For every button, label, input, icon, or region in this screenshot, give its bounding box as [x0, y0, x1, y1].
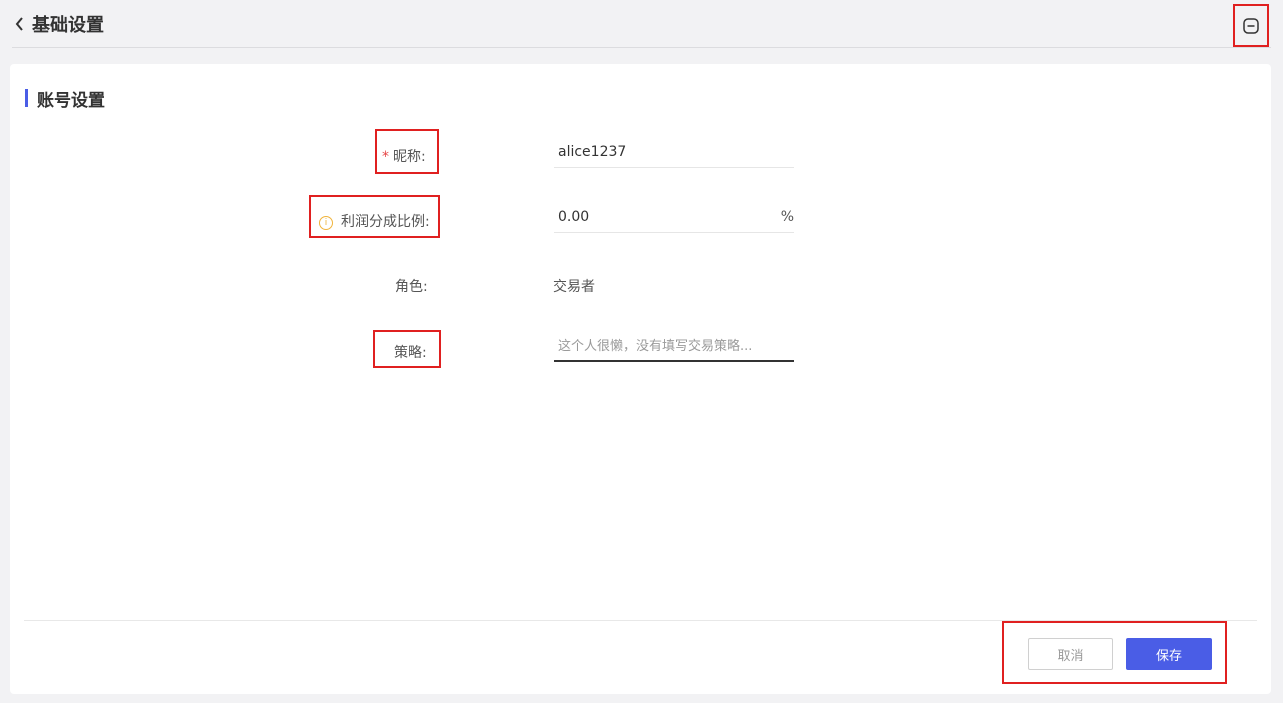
required-mark: * — [382, 149, 389, 165]
back-icon[interactable] — [12, 14, 26, 34]
strategy-input[interactable] — [554, 332, 798, 360]
settings-card: 账号设置 *昵称: i 利润分成比例: % 角色: 交易者 策略: 取消 保存 — [10, 64, 1271, 694]
nickname-label-text: 昵称: — [393, 149, 426, 165]
nickname-label: * 昵称: — [382, 146, 426, 166]
minus-icon — [1243, 17, 1259, 34]
section-header: 账号设置 — [25, 88, 105, 111]
top-bar: 基础设置 — [0, 0, 1283, 48]
section-title: 账号设置 — [37, 90, 105, 111]
profit-ratio-field[interactable]: % — [554, 203, 794, 233]
strategy-label: 策略: — [394, 345, 427, 361]
percent-unit: % — [780, 209, 794, 225]
nickname-input[interactable] — [554, 138, 762, 166]
cancel-button[interactable]: 取消 — [1028, 638, 1113, 670]
section-accent-bar — [25, 89, 28, 107]
profit-ratio-label-text: 利润分成比例: — [341, 214, 430, 230]
collapse-button[interactable] — [1233, 4, 1269, 47]
role-value: 交易者 — [553, 279, 595, 295]
strategy-field[interactable] — [554, 332, 798, 362]
role-label: 角色: — [395, 279, 428, 295]
nickname-field[interactable] — [554, 138, 794, 168]
save-button[interactable]: 保存 — [1126, 638, 1212, 670]
profit-ratio-label: i 利润分成比例: — [319, 211, 430, 231]
header-divider — [12, 47, 1271, 48]
page-title: 基础设置 — [32, 15, 104, 36]
profit-ratio-input[interactable] — [554, 203, 762, 231]
info-icon[interactable]: i — [319, 216, 333, 230]
